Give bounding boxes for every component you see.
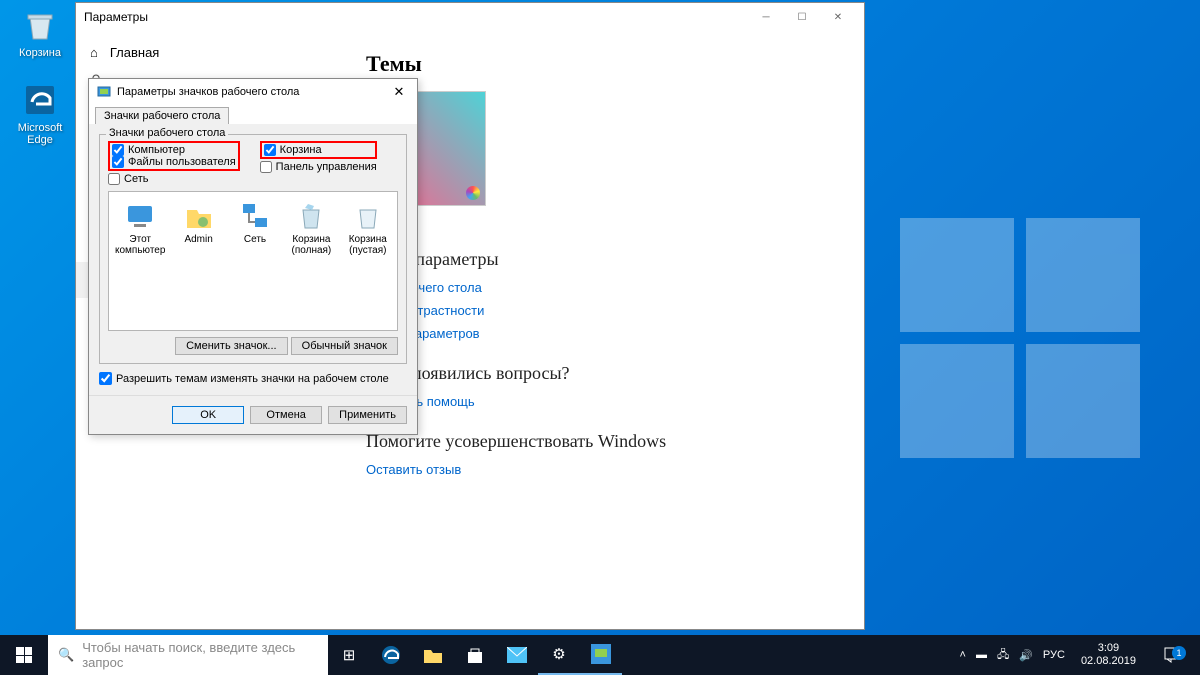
link-sync-settings[interactable]: ваших параметров xyxy=(366,326,834,341)
questions-heading: У вас появились вопросы? xyxy=(366,363,834,384)
checkbox-network[interactable]: Сеть xyxy=(108,173,240,185)
preview-recycle-full[interactable]: Корзина (полная) xyxy=(288,200,334,322)
checkbox-input[interactable] xyxy=(260,161,272,173)
preview-network[interactable]: Сеть xyxy=(232,200,278,322)
checkbox-input[interactable] xyxy=(264,144,276,156)
improve-heading: Помогите усовершенствовать Windows xyxy=(366,431,834,452)
windows-icon xyxy=(16,647,32,663)
change-icon-button[interactable]: Сменить значок... xyxy=(175,337,288,355)
checkbox-userfiles[interactable]: Файлы пользователя xyxy=(112,156,236,168)
checkbox-input[interactable] xyxy=(99,372,112,385)
tray-clock[interactable]: 3:09 02.08.2019 xyxy=(1075,642,1142,667)
icon-preview-list[interactable]: Этот компьютер Admin Сеть Корзина (полна… xyxy=(108,191,398,331)
tray-volume-icon[interactable]: 🔊 xyxy=(1019,649,1033,662)
control-panel-icon xyxy=(97,85,111,99)
checkbox-label: Файлы пользователя xyxy=(128,156,236,168)
checkbox-label: Компьютер xyxy=(128,144,185,156)
desktop-icon-recycle-bin[interactable]: Корзина xyxy=(10,5,70,59)
related-heading: ющие параметры xyxy=(366,249,834,270)
checkbox-recycle[interactable]: Корзина xyxy=(264,144,373,156)
windows-logo-wallpaper xyxy=(900,218,1140,458)
taskbar: 🔍 Чтобы начать поиск, введите здесь запр… xyxy=(0,635,1200,675)
settings-titlebar[interactable]: Параметры ─ ☐ ✕ xyxy=(76,3,864,31)
search-placeholder: Чтобы начать поиск, введите здесь запрос xyxy=(82,640,318,670)
preview-label: Корзина (пустая) xyxy=(345,234,391,256)
desktop-icons-dialog: Параметры значков рабочего стола ✕ Значк… xyxy=(88,78,418,435)
preview-label: Этот компьютер xyxy=(115,234,165,256)
preview-this-pc[interactable]: Этот компьютер xyxy=(115,200,165,322)
minimize-button[interactable]: ─ xyxy=(748,4,784,30)
task-view-button[interactable]: ⊞ xyxy=(328,635,370,675)
theme-sounds-row[interactable]: звуки xyxy=(366,212,834,227)
default-icon-button[interactable]: Обычный значок xyxy=(291,337,398,355)
sidebar-home[interactable]: ⌂ Главная xyxy=(76,37,335,68)
checkbox-input[interactable] xyxy=(112,156,124,168)
start-button[interactable] xyxy=(0,635,48,675)
highlight-box: Корзина xyxy=(260,141,377,159)
checkbox-input[interactable] xyxy=(108,173,120,185)
tray-language[interactable]: РУС xyxy=(1043,649,1065,661)
preview-recycle-empty[interactable]: Корзина (пустая) xyxy=(345,200,391,322)
sidebar-home-label: Главная xyxy=(110,45,159,60)
checkbox-computer[interactable]: Компьютер xyxy=(112,144,236,156)
home-icon: ⌂ xyxy=(90,45,98,60)
taskbar-app[interactable] xyxy=(580,635,622,675)
tray-battery-icon[interactable]: ▬ xyxy=(976,649,987,661)
desktop-icon-label: Корзина xyxy=(10,47,70,59)
recycle-bin-icon xyxy=(20,5,60,45)
taskbar-edge[interactable] xyxy=(370,635,412,675)
search-icon: 🔍 xyxy=(58,647,74,663)
taskbar-store[interactable] xyxy=(454,635,496,675)
taskbar-explorer[interactable] xyxy=(412,635,454,675)
dialog-tab[interactable]: Значки рабочего стола xyxy=(95,107,229,124)
close-button[interactable]: ✕ xyxy=(820,4,856,30)
edge-icon xyxy=(20,80,60,120)
tray-network-icon[interactable]: 🖧 xyxy=(997,646,1009,665)
page-heading: Темы xyxy=(366,51,834,77)
link-high-contrast[interactable]: окой контрастности xyxy=(366,303,834,318)
ok-button[interactable]: OK xyxy=(172,406,244,424)
taskbar-mail[interactable] xyxy=(496,635,538,675)
tray-chevron-up-icon[interactable]: ˄ xyxy=(960,649,966,661)
desktop-icon-label: Microsoft Edge xyxy=(10,122,70,146)
group-legend: Значки рабочего стола xyxy=(106,127,228,139)
checkbox-input[interactable] xyxy=(112,144,124,156)
highlight-box: Компьютер Файлы пользователя xyxy=(108,141,240,171)
checkbox-controlpanel[interactable]: Панель управления xyxy=(260,161,377,173)
link-get-help[interactable]: Получить помощь xyxy=(366,394,834,409)
checkbox-label: Корзина xyxy=(280,144,322,156)
preview-label: Сеть xyxy=(244,234,266,245)
dialog-close-button[interactable]: ✕ xyxy=(389,84,409,100)
dialog-titlebar[interactable]: Параметры значков рабочего стола ✕ xyxy=(89,79,417,105)
checkbox-label: Панель управления xyxy=(276,161,377,173)
checkbox-label: Сеть xyxy=(124,173,148,185)
desktop-icon-edge[interactable]: Microsoft Edge xyxy=(10,80,70,146)
dialog-title: Параметры значков рабочего стола xyxy=(117,86,299,98)
desktop-icons-group: Значки рабочего стола Компьютер Файлы по… xyxy=(99,134,407,364)
link-desktop-icons[interactable]: ков рабочего стола xyxy=(366,280,834,295)
clock-date: 02.08.2019 xyxy=(1081,655,1136,668)
notification-badge: 1 xyxy=(1172,646,1186,660)
taskbar-search[interactable]: 🔍 Чтобы начать поиск, введите здесь запр… xyxy=(48,635,328,675)
preview-label: Корзина (полная) xyxy=(288,234,334,256)
action-center-button[interactable]: 1 xyxy=(1152,646,1192,664)
preview-label: Admin xyxy=(184,234,212,245)
preview-admin[interactable]: Admin xyxy=(175,200,221,322)
taskbar-settings[interactable]: ⚙ xyxy=(538,635,580,675)
window-title: Параметры xyxy=(84,10,148,24)
cancel-button[interactable]: Отмена xyxy=(250,406,322,424)
clock-time: 3:09 xyxy=(1081,642,1136,655)
allow-themes-checkbox[interactable]: Разрешить темам изменять значки на рабоч… xyxy=(99,372,407,385)
dialog-tabbar: Значки рабочего стола xyxy=(89,105,417,124)
checkbox-label: Разрешить темам изменять значки на рабоч… xyxy=(116,373,389,385)
system-tray: ˄ ▬ 🖧 🔊 РУС 3:09 02.08.2019 1 xyxy=(952,635,1200,675)
apply-button[interactable]: Применить xyxy=(328,406,407,424)
maximize-button[interactable]: ☐ xyxy=(784,4,820,30)
link-feedback[interactable]: Оставить отзыв xyxy=(366,462,834,477)
